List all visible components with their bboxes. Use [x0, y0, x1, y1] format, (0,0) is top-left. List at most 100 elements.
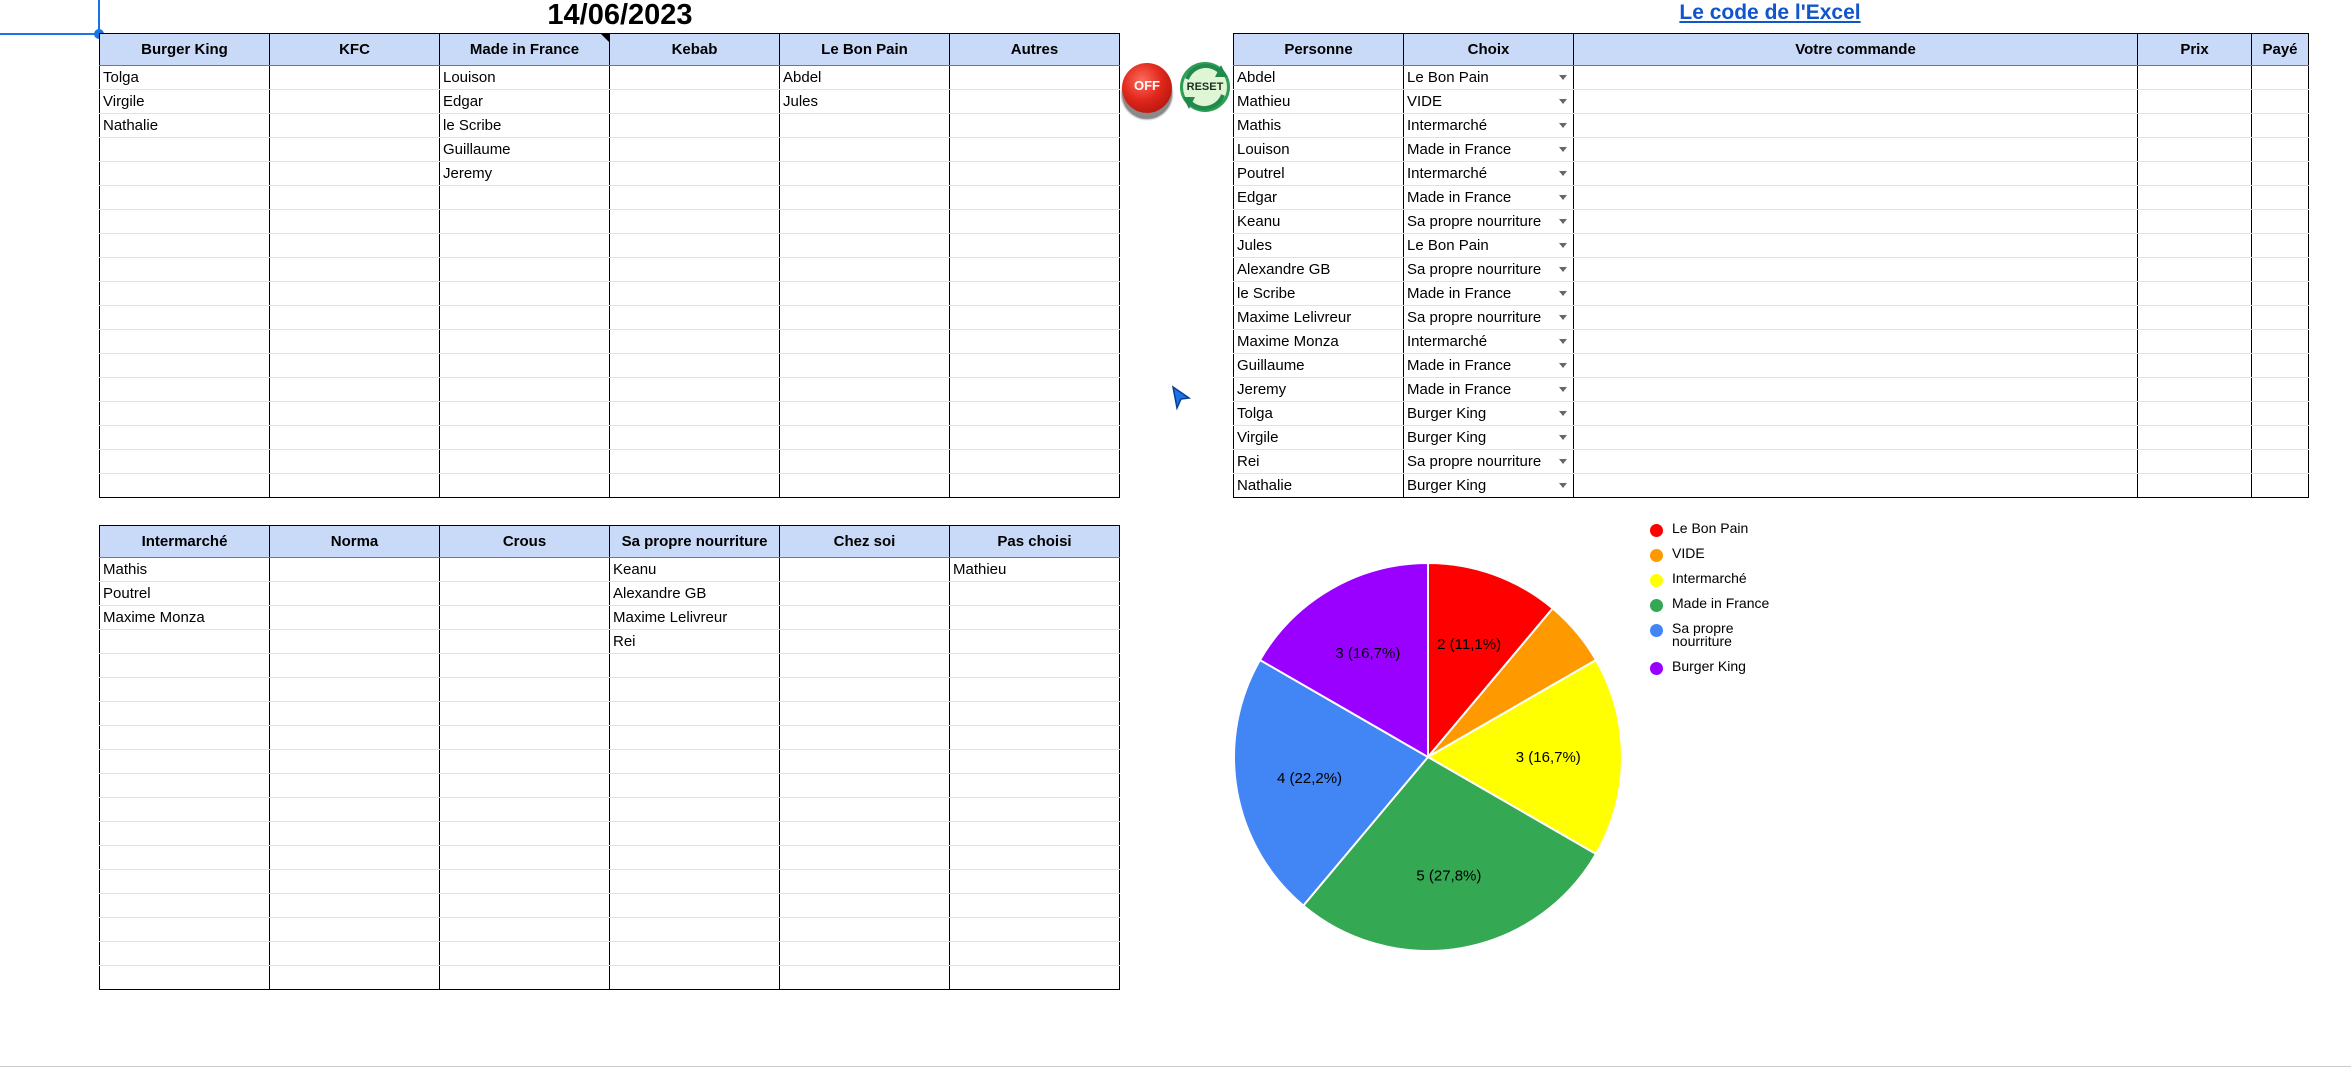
- table-cell[interactable]: [779, 941, 950, 966]
- column-header[interactable]: Personne: [1233, 33, 1404, 66]
- table-cell[interactable]: [779, 965, 950, 990]
- table-cell[interactable]: [609, 281, 780, 306]
- table-cell[interactable]: [1573, 329, 2138, 354]
- reset-button[interactable]: RESET: [1180, 62, 1230, 112]
- table-cell[interactable]: [2251, 329, 2309, 354]
- table-cell[interactable]: [269, 941, 440, 966]
- table-cell[interactable]: [99, 425, 270, 450]
- table-cell[interactable]: [779, 449, 950, 474]
- column-header[interactable]: Sa propre nourriture: [609, 525, 780, 558]
- table-cell[interactable]: [949, 605, 1120, 630]
- table-cell[interactable]: [779, 701, 950, 726]
- table-cell[interactable]: Abdel: [779, 65, 950, 90]
- choice-dropdown-cell[interactable]: Burger King: [1403, 401, 1574, 426]
- table-cell[interactable]: Tolga: [1233, 401, 1404, 426]
- table-cell[interactable]: [949, 257, 1120, 282]
- table-cell[interactable]: [609, 773, 780, 798]
- table-cell[interactable]: [949, 965, 1120, 990]
- table-cell[interactable]: [2137, 257, 2252, 282]
- table-cell[interactable]: [949, 401, 1120, 426]
- table-cell[interactable]: [2251, 209, 2309, 234]
- table-cell[interactable]: [2137, 425, 2252, 450]
- table-cell[interactable]: [2251, 401, 2309, 426]
- table-cell[interactable]: [439, 821, 610, 846]
- table-cell[interactable]: [269, 209, 440, 234]
- table-cell[interactable]: [609, 797, 780, 822]
- table-cell[interactable]: [779, 653, 950, 678]
- table-cell[interactable]: [779, 185, 950, 210]
- table-cell[interactable]: [1573, 233, 2138, 258]
- column-header[interactable]: Intermarché: [99, 525, 270, 558]
- table-cell[interactable]: [99, 161, 270, 186]
- table-cell[interactable]: Alexandre GB: [1233, 257, 1404, 282]
- choice-dropdown-cell[interactable]: Made in France: [1403, 377, 1574, 402]
- table-cell[interactable]: [439, 701, 610, 726]
- table-cell[interactable]: [1573, 401, 2138, 426]
- table-cell[interactable]: [2251, 257, 2309, 282]
- table-cell[interactable]: [2251, 113, 2309, 138]
- table-cell[interactable]: [609, 161, 780, 186]
- table-cell[interactable]: Poutrel: [1233, 161, 1404, 186]
- table-cell[interactable]: [949, 425, 1120, 450]
- table-cell[interactable]: [99, 473, 270, 498]
- table-cell[interactable]: [779, 773, 950, 798]
- choice-dropdown-cell[interactable]: Made in France: [1403, 137, 1574, 162]
- table-cell[interactable]: Mathis: [1233, 113, 1404, 138]
- table-cell[interactable]: [609, 209, 780, 234]
- table-cell[interactable]: [99, 305, 270, 330]
- table-cell[interactable]: [609, 89, 780, 114]
- table-cell[interactable]: [2251, 377, 2309, 402]
- table-cell[interactable]: [439, 473, 610, 498]
- table-cell[interactable]: [949, 353, 1120, 378]
- table-cell[interactable]: [779, 581, 950, 606]
- table-cell[interactable]: [439, 281, 610, 306]
- table-cell[interactable]: [949, 653, 1120, 678]
- table-cell[interactable]: [1573, 353, 2138, 378]
- table-cell[interactable]: [439, 965, 610, 990]
- choice-dropdown-cell[interactable]: VIDE: [1403, 89, 1574, 114]
- table-cell[interactable]: [99, 677, 270, 702]
- table-cell[interactable]: [269, 161, 440, 186]
- table-cell[interactable]: [779, 917, 950, 942]
- table-cell[interactable]: [949, 89, 1120, 114]
- table-cell[interactable]: [99, 185, 270, 210]
- table-cell[interactable]: [439, 305, 610, 330]
- table-cell[interactable]: [1573, 377, 2138, 402]
- off-button[interactable]: OFF: [1122, 63, 1172, 113]
- table-cell[interactable]: [609, 401, 780, 426]
- table-cell[interactable]: [609, 653, 780, 678]
- table-cell[interactable]: [949, 473, 1120, 498]
- table-cell[interactable]: Maxime Monza: [99, 605, 270, 630]
- table-cell[interactable]: [269, 917, 440, 942]
- table-cell[interactable]: [949, 449, 1120, 474]
- table-cell[interactable]: [949, 869, 1120, 894]
- choice-dropdown-cell[interactable]: Made in France: [1403, 281, 1574, 306]
- table-cell[interactable]: [609, 893, 780, 918]
- table-cell[interactable]: [609, 725, 780, 750]
- table-cell[interactable]: [269, 353, 440, 378]
- column-header[interactable]: Burger King: [99, 33, 270, 66]
- table-cell[interactable]: [439, 401, 610, 426]
- table-cell[interactable]: [99, 917, 270, 942]
- table-cell[interactable]: Jules: [1233, 233, 1404, 258]
- choice-dropdown-cell[interactable]: Intermarché: [1403, 161, 1574, 186]
- table-cell[interactable]: [609, 137, 780, 162]
- table-cell[interactable]: [1573, 185, 2138, 210]
- table-cell[interactable]: Virgile: [1233, 425, 1404, 450]
- table-cell[interactable]: [269, 845, 440, 870]
- table-cell[interactable]: [1573, 161, 2138, 186]
- table-cell[interactable]: [949, 941, 1120, 966]
- table-cell[interactable]: Rei: [609, 629, 780, 654]
- table-cell[interactable]: [439, 629, 610, 654]
- column-header[interactable]: Made in France: [439, 33, 610, 66]
- table-cell[interactable]: [1573, 449, 2138, 474]
- table-cell[interactable]: [439, 749, 610, 774]
- table-cell[interactable]: [609, 869, 780, 894]
- table-cell[interactable]: [269, 749, 440, 774]
- table-cell[interactable]: [269, 821, 440, 846]
- table-cell[interactable]: [609, 701, 780, 726]
- table-cell[interactable]: [439, 209, 610, 234]
- table-cell[interactable]: [2137, 281, 2252, 306]
- table-cell[interactable]: Abdel: [1233, 65, 1404, 90]
- table-cell[interactable]: [439, 725, 610, 750]
